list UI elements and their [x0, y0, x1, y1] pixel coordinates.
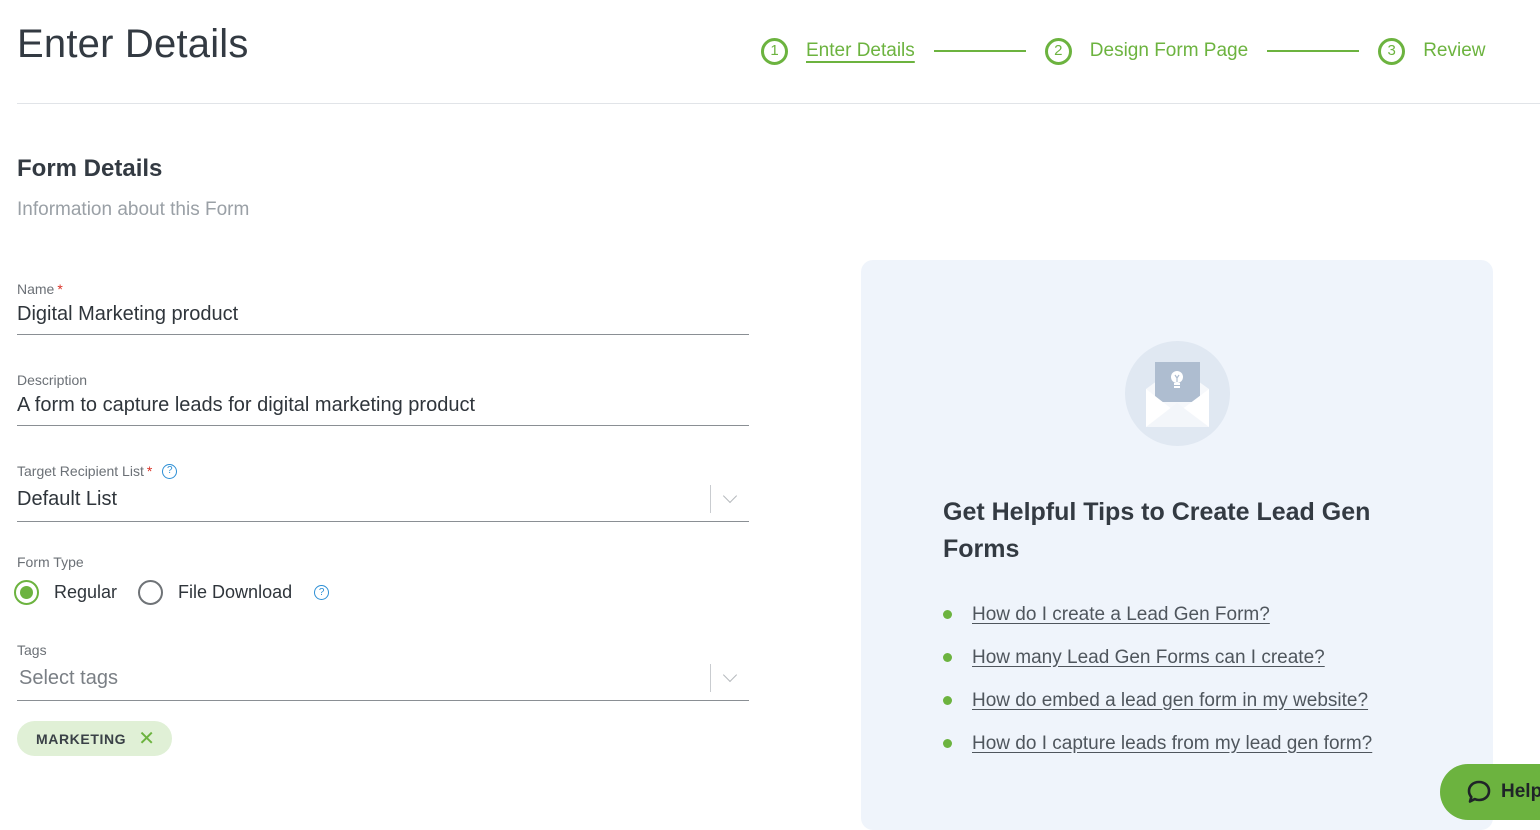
- tags-placeholder: Select tags: [19, 666, 118, 689]
- step-connector: [933, 50, 1026, 52]
- tip-link[interactable]: How do I capture leads from my lead gen …: [972, 733, 1372, 755]
- step-enter-details[interactable]: 1 Enter Details: [761, 37, 915, 65]
- radio-label: File Download: [178, 582, 293, 602]
- tags-field: Tags Select tags: [17, 642, 749, 701]
- list-item: How many Lead Gen Forms can I create?: [943, 636, 1372, 679]
- description-input[interactable]: [17, 388, 749, 426]
- chevron-down-icon[interactable]: [722, 488, 738, 504]
- radio-checked-icon[interactable]: [14, 580, 39, 605]
- help-icon[interactable]: ?: [162, 463, 178, 479]
- step-number: 3: [1378, 37, 1406, 65]
- tag-chip: MARKETING ✕: [17, 721, 172, 756]
- target-list-value: Default List: [17, 487, 118, 510]
- form-type-label: Form Type: [17, 554, 84, 570]
- description-label: Description: [17, 372, 88, 388]
- help-button-label: Help: [1501, 781, 1540, 802]
- name-input[interactable]: [17, 297, 749, 335]
- target-list-select[interactable]: Default List: [17, 479, 749, 522]
- close-icon[interactable]: ✕: [138, 729, 155, 749]
- bullet-icon: [943, 610, 952, 619]
- list-item: How do embed a lead gen form in my websi…: [943, 679, 1372, 722]
- select-separator: [710, 664, 711, 692]
- radio-file-download[interactable]: File Download: [138, 580, 293, 605]
- help-icon[interactable]: ?: [314, 585, 330, 600]
- tip-link[interactable]: How many Lead Gen Forms can I create?: [972, 647, 1325, 669]
- help-button[interactable]: Help: [1440, 764, 1540, 820]
- tip-link[interactable]: How do I create a Lead Gen Form?: [972, 604, 1270, 626]
- target-recipient-list-field: Target Recipient List * ? Default List: [17, 463, 749, 522]
- radio-unchecked-icon[interactable]: [138, 580, 164, 605]
- tip-link[interactable]: How do embed a lead gen form in my websi…: [972, 690, 1368, 712]
- tips-panel: Get Helpful Tips to Create Lead Gen Form…: [861, 260, 1493, 830]
- chevron-down-icon[interactable]: [722, 667, 738, 683]
- list-item: How do I capture leads from my lead gen …: [943, 722, 1372, 765]
- form-type-field: Form Type Regular File Download ?: [14, 554, 749, 605]
- section-title: Form Details: [17, 155, 163, 182]
- tag-chip-label: MARKETING: [36, 730, 127, 747]
- envelope-lightbulb-icon: [1125, 341, 1230, 446]
- bullet-icon: [943, 653, 952, 662]
- radio-regular[interactable]: Regular: [14, 580, 118, 605]
- step-label: Design Form Page: [1089, 40, 1249, 61]
- chat-bubble-icon: [1467, 780, 1491, 803]
- step-connector: [1267, 50, 1360, 52]
- tips-title: Get Helpful Tips to Create Lead Gen Form…: [943, 498, 1371, 563]
- tips-list: How do I create a Lead Gen Form? How man…: [943, 593, 1372, 765]
- header-divider: [17, 103, 1540, 104]
- target-list-label: Target Recipient List: [17, 463, 144, 479]
- form-type-radio-group: Regular File Download ?: [14, 580, 749, 605]
- step-number: 2: [1044, 37, 1072, 65]
- name-label: Name: [17, 281, 55, 297]
- step-review[interactable]: 3 Review: [1378, 37, 1486, 65]
- list-item: How do I create a Lead Gen Form?: [943, 593, 1372, 636]
- name-field: Name *: [17, 281, 749, 335]
- tags-label: Tags: [17, 642, 47, 658]
- step-label: Review: [1423, 40, 1486, 61]
- page-title: Enter Details: [17, 22, 249, 66]
- step-label: Enter Details: [806, 40, 915, 61]
- required-marker: *: [146, 463, 153, 479]
- radio-label: Regular: [54, 582, 118, 602]
- bullet-icon: [943, 739, 952, 748]
- select-separator: [710, 485, 711, 513]
- step-design-form-page[interactable]: 2 Design Form Page: [1044, 37, 1249, 65]
- tags-select[interactable]: Select tags: [17, 658, 749, 701]
- required-marker: *: [57, 281, 63, 297]
- section-subtitle: Information about this Form: [17, 199, 250, 220]
- description-field: Description: [17, 372, 749, 426]
- step-number: 1: [761, 37, 788, 65]
- bullet-icon: [943, 696, 952, 705]
- progress-stepper: 1 Enter Details 2 Design Form Page 3 Rev…: [761, 34, 1486, 68]
